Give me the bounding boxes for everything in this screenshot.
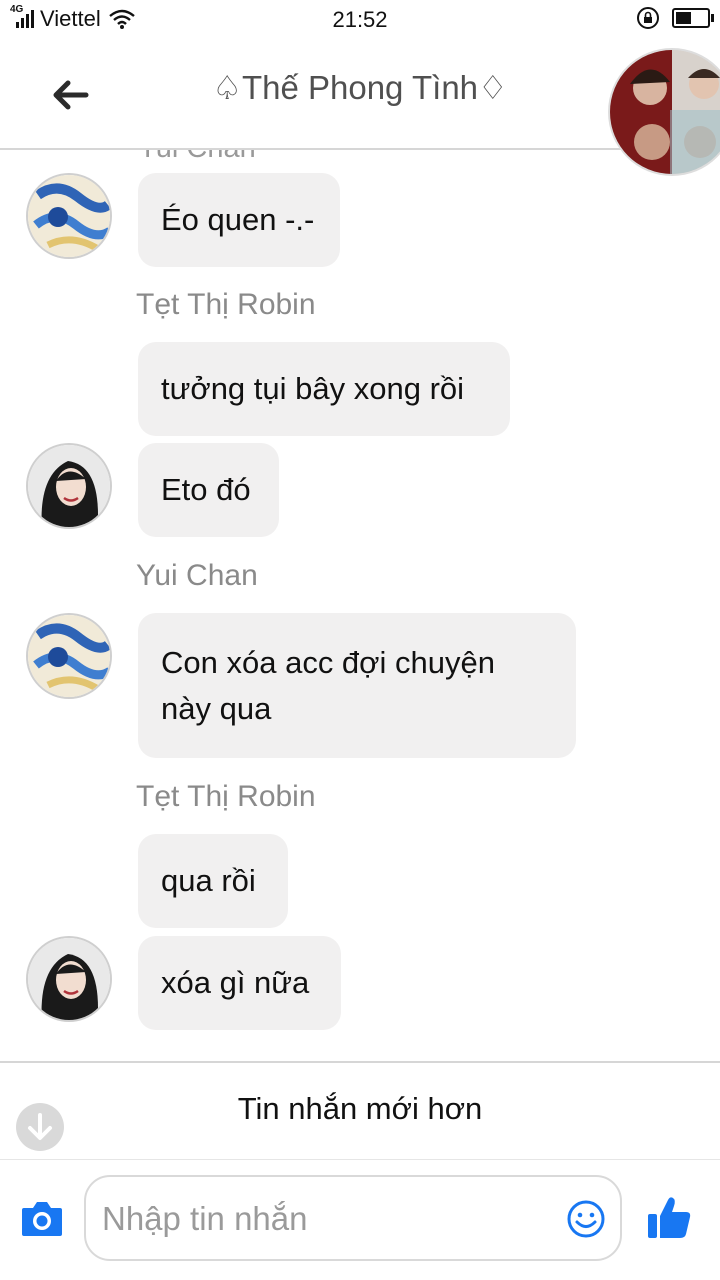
message-input-box[interactable] xyxy=(84,1175,622,1261)
emoji-icon[interactable] xyxy=(566,1199,606,1239)
message-bubble[interactable]: Con xóa acc đợi chuyện này qua xyxy=(138,613,576,758)
message-bubble[interactable]: tưởng tụi bây xong rồi xyxy=(138,342,510,436)
avatar-image xyxy=(28,175,110,257)
camera-icon[interactable] xyxy=(20,1198,64,1238)
avatar[interactable] xyxy=(26,613,112,699)
avatar[interactable] xyxy=(26,936,112,1022)
sender-name: Yui Chan xyxy=(136,559,258,592)
message-composer xyxy=(0,1160,720,1280)
avatar[interactable] xyxy=(26,443,112,529)
avatar-image xyxy=(28,938,110,1020)
battery-icon xyxy=(672,8,714,28)
status-right xyxy=(636,6,714,30)
battery-level xyxy=(676,12,691,24)
sender-name: Yui Chan xyxy=(138,150,256,165)
message-bubble[interactable]: xóa gì nữa xyxy=(138,936,341,1030)
avatar-image xyxy=(28,615,110,697)
sender-name: Tẹt Thị Robin xyxy=(136,780,316,813)
message-bubble[interactable]: Éo quen -.- xyxy=(138,173,340,267)
avatar-image xyxy=(28,445,110,527)
message-bubble[interactable]: Eto đó xyxy=(138,443,279,537)
message-bubble[interactable]: qua rồi xyxy=(138,834,288,928)
conversation-header: ♤Thế Phong Tình♢ xyxy=(0,38,720,174)
message-input[interactable] xyxy=(100,1195,544,1243)
status-bar: 4G Viettel 21:52 xyxy=(0,0,720,38)
message-list[interactable]: Yui Chan Éo quen -.- Tẹt Thị Robin tưởng… xyxy=(0,150,720,1060)
avatar[interactable] xyxy=(26,173,112,259)
newer-messages-label[interactable]: Tin nhắn mới hơn xyxy=(0,1091,720,1127)
thumbs-up-icon[interactable] xyxy=(646,1194,692,1240)
rotation-lock-icon xyxy=(637,7,659,29)
sender-name: Tẹt Thị Robin xyxy=(136,288,316,321)
clock: 21:52 xyxy=(332,7,388,32)
newer-messages-bar[interactable]: Tin nhắn mới hơn xyxy=(0,1063,720,1160)
